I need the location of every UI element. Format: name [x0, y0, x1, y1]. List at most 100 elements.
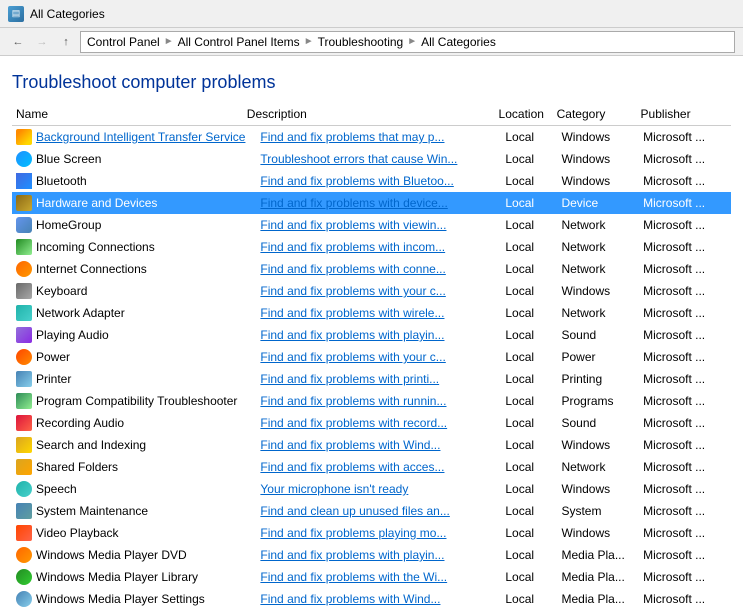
item-description[interactable]: Find and fix problems with printi... — [260, 372, 439, 386]
category-cell: Media Pla... — [557, 566, 639, 588]
name-cell: Power — [12, 346, 256, 368]
item-description[interactable]: Find and fix problems with your c... — [260, 350, 445, 364]
item-description[interactable]: Find and fix problems with the Wi... — [260, 570, 447, 584]
item-name[interactable]: Shared Folders — [36, 460, 118, 474]
item-description[interactable]: Find and fix problems playing mo... — [260, 526, 446, 540]
table-row[interactable]: HomeGroup Find and fix problems with view… — [12, 214, 731, 236]
item-description[interactable]: Find and fix problems with acces... — [260, 460, 444, 474]
col-header-category[interactable]: Category — [553, 105, 637, 126]
item-name[interactable]: Hardware and Devices — [36, 196, 157, 210]
table-row[interactable]: Search and Indexing Find and fix problems… — [12, 434, 731, 456]
back-button[interactable]: ← — [8, 32, 28, 52]
item-description[interactable]: Find and fix problems with conne... — [260, 262, 445, 276]
publisher-cell: Microsoft ... — [639, 214, 731, 236]
forward-button[interactable]: → — [32, 32, 52, 52]
item-description[interactable]: Find and clean up unused files an... — [260, 504, 449, 518]
item-icon — [16, 305, 32, 321]
table-row[interactable]: Incoming Connections Find and fix problem… — [12, 236, 731, 258]
category-cell: Windows — [557, 170, 639, 192]
item-icon — [16, 239, 32, 255]
table-row[interactable]: Playing Audio Find and fix problems with … — [12, 324, 731, 346]
item-description[interactable]: Find and fix problems with playin... — [260, 328, 444, 342]
item-icon — [16, 327, 32, 343]
table-row[interactable]: Blue Screen Troubleshoot errors that caus… — [12, 148, 731, 170]
address-bar[interactable]: Control Panel ► All Control Panel Items … — [80, 31, 735, 53]
item-name[interactable]: Incoming Connections — [36, 240, 155, 254]
item-description[interactable]: Find and fix problems with Wind... — [260, 438, 440, 452]
location-cell: Local — [501, 588, 557, 607]
table-row[interactable]: Video Playback Find and fix problems play… — [12, 522, 731, 544]
item-name[interactable]: Program Compatibility Troubleshooter — [36, 394, 237, 408]
location-cell: Local — [501, 544, 557, 566]
table-row[interactable]: Windows Media Player Library Find and fix… — [12, 566, 731, 588]
title-bar: ▤ All Categories — [0, 0, 743, 28]
col-header-publisher[interactable]: Publisher — [637, 105, 731, 126]
item-table: Name Description Location Category Publi… — [12, 105, 731, 126]
item-name[interactable]: Blue Screen — [36, 152, 101, 166]
item-icon — [16, 481, 32, 497]
table-row[interactable]: Hardware and Devices Find and fix problem… — [12, 192, 731, 214]
table-row[interactable]: Bluetooth Find and fix problems with Blue… — [12, 170, 731, 192]
category-cell: Network — [557, 236, 639, 258]
item-description[interactable]: Your microphone isn't ready — [260, 482, 408, 496]
table-row[interactable]: Internet Connections Find and fix problem… — [12, 258, 731, 280]
item-description[interactable]: Find and fix problems with runnin... — [260, 394, 446, 408]
name-cell: Video Playback — [12, 522, 256, 544]
publisher-cell: Microsoft ... — [639, 412, 731, 434]
item-description[interactable]: Find and fix problems with Wind... — [260, 592, 440, 606]
item-name[interactable]: Printer — [36, 372, 71, 386]
table-row[interactable]: Windows Media Player DVD Find and fix pro… — [12, 544, 731, 566]
item-description[interactable]: Find and fix problems with incom... — [260, 240, 445, 254]
table-row[interactable]: Network Adapter Find and fix problems wit… — [12, 302, 731, 324]
table-row[interactable]: SpeechYour microphone isn't readyLocalWi… — [12, 478, 731, 500]
item-description[interactable]: Find and fix problems with your c... — [260, 284, 445, 298]
table-scroll-body[interactable]: Background Intelligent Transfer Service F… — [12, 126, 731, 607]
page-title: Troubleshoot computer problems — [12, 72, 731, 93]
item-name[interactable]: Video Playback — [36, 526, 119, 540]
item-description[interactable]: Troubleshoot errors that cause Win... — [260, 152, 457, 166]
item-description[interactable]: Find and fix problems with wirele... — [260, 306, 444, 320]
category-cell: Sound — [557, 412, 639, 434]
item-name[interactable]: Windows Media Player Library — [36, 570, 198, 584]
col-header-name[interactable]: Name — [12, 105, 243, 126]
item-name[interactable]: Windows Media Player DVD — [36, 548, 187, 562]
table-row[interactable]: Printer Find and fix problems with printi… — [12, 368, 731, 390]
item-name[interactable]: Power — [36, 350, 70, 364]
table-row[interactable]: Windows Media Player Settings Find and fi… — [12, 588, 731, 607]
publisher-cell: Microsoft ... — [639, 302, 731, 324]
table-row[interactable]: Keyboard Find and fix problems with your … — [12, 280, 731, 302]
location-cell: Local — [501, 346, 557, 368]
item-name[interactable]: Network Adapter — [36, 306, 125, 320]
table-row[interactable]: System Maintenance Find and clean up unus… — [12, 500, 731, 522]
item-description[interactable]: Find and fix problems with Bluetoo... — [260, 174, 453, 188]
table-row[interactable]: Shared Folders Find and fix problems with… — [12, 456, 731, 478]
item-description[interactable]: Find and fix problems that may p... — [260, 130, 444, 144]
item-name[interactable]: Playing Audio — [36, 328, 109, 342]
item-icon — [16, 437, 32, 453]
item-name[interactable]: Internet Connections — [36, 262, 147, 276]
item-name[interactable]: System Maintenance — [36, 504, 148, 518]
item-description[interactable]: Find and fix problems with record... — [260, 416, 447, 430]
item-name[interactable]: Windows Media Player Settings — [36, 592, 205, 606]
table-row[interactable]: Recording Audio Find and fix problems wit… — [12, 412, 731, 434]
item-name[interactable]: Keyboard — [36, 284, 87, 298]
publisher-cell: Microsoft ... — [639, 148, 731, 170]
item-name[interactable]: HomeGroup — [36, 218, 101, 232]
item-name[interactable]: Background Intelligent Transfer Service — [36, 130, 245, 144]
name-cell: Windows Media Player Library — [12, 566, 256, 588]
col-header-description[interactable]: Description — [243, 105, 495, 126]
item-description[interactable]: Find and fix problems with viewin... — [260, 218, 446, 232]
col-header-location[interactable]: Location — [495, 105, 553, 126]
name-cell: Windows Media Player Settings — [12, 588, 256, 607]
table-row[interactable]: Program Compatibility Troubleshooter Find… — [12, 390, 731, 412]
item-name[interactable]: Speech — [36, 482, 77, 496]
table-row[interactable]: Power Find and fix problems with your c..… — [12, 346, 731, 368]
item-name[interactable]: Bluetooth — [36, 174, 87, 188]
item-name[interactable]: Search and Indexing — [36, 438, 146, 452]
item-description[interactable]: Find and fix problems with device... — [260, 196, 447, 210]
table-row[interactable]: Background Intelligent Transfer Service F… — [12, 126, 731, 148]
item-name[interactable]: Recording Audio — [36, 416, 124, 430]
up-button[interactable]: ↑ — [56, 32, 76, 52]
category-cell: Media Pla... — [557, 588, 639, 607]
item-description[interactable]: Find and fix problems with playin... — [260, 548, 444, 562]
